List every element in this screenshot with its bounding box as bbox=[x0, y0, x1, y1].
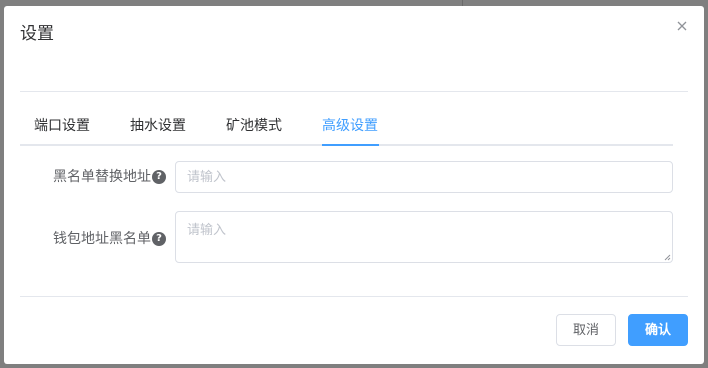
tab-advanced-settings[interactable]: 高级设置 bbox=[322, 116, 378, 136]
question-circle-icon[interactable]: ? bbox=[152, 170, 166, 184]
tab-pool-mode[interactable]: 矿池模式 bbox=[226, 116, 282, 136]
question-circle-icon[interactable]: ? bbox=[152, 232, 166, 246]
wallet-blacklist-label-text: 钱包地址黑名单 bbox=[53, 231, 151, 247]
footer-divider bbox=[20, 296, 688, 297]
close-icon[interactable] bbox=[674, 18, 690, 34]
settings-tabs: 端口设置 抽水设置 矿池模式 高级设置 bbox=[20, 110, 673, 146]
wallet-blacklist-label: 钱包地址黑名单? bbox=[20, 229, 166, 249]
form-row-blacklist-replace: 黑名单替换地址? bbox=[20, 161, 673, 193]
tab-port-settings[interactable]: 端口设置 bbox=[34, 116, 90, 136]
settings-dialog: 设置 端口设置 抽水设置 矿池模式 高级设置 黑名单替换地址? 钱包地址黑名单?… bbox=[4, 6, 704, 364]
dialog-title: 设置 bbox=[20, 24, 54, 44]
cancel-button[interactable]: 取消 bbox=[556, 314, 616, 346]
blacklist-replace-input[interactable] bbox=[175, 161, 673, 193]
confirm-button[interactable]: 确认 bbox=[628, 314, 688, 346]
tab-fee-settings[interactable]: 抽水设置 bbox=[130, 116, 186, 136]
blacklist-replace-label: 黑名单替换地址? bbox=[20, 167, 166, 187]
resize-handle-icon[interactable] bbox=[664, 254, 671, 261]
tab-active-indicator bbox=[322, 144, 379, 146]
form-row-wallet-blacklist: 钱包地址黑名单? bbox=[20, 211, 673, 263]
header-divider bbox=[20, 91, 688, 92]
wallet-blacklist-textarea[interactable] bbox=[175, 211, 673, 263]
blacklist-replace-label-text: 黑名单替换地址 bbox=[53, 169, 151, 185]
